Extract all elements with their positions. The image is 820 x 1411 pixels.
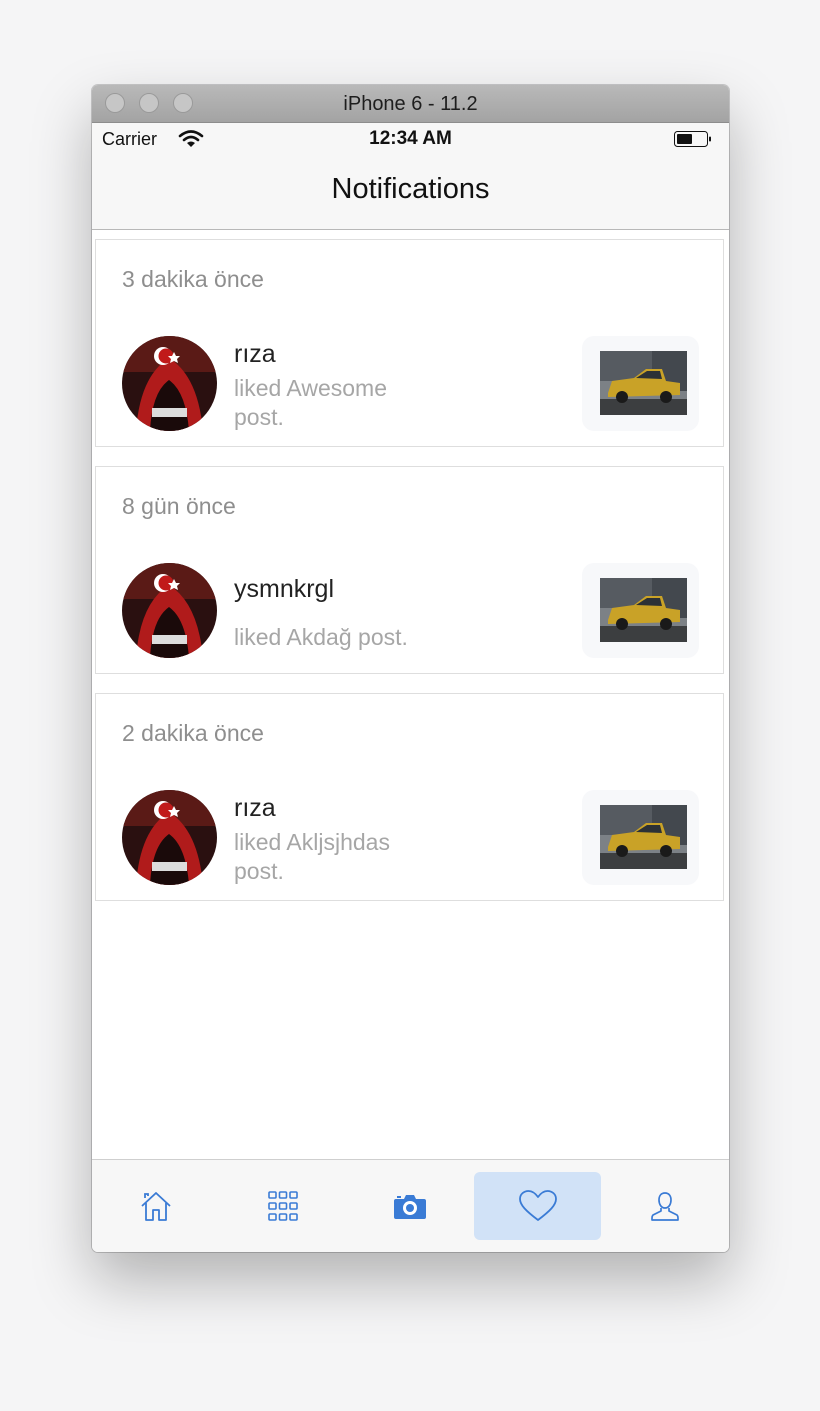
tab-notifications[interactable]	[474, 1172, 601, 1240]
simulator-window: iPhone 6 - 11.2 Carrier 12:34 AM Notific…	[92, 85, 729, 1252]
grid-icon	[267, 1191, 298, 1221]
notification-username[interactable]: ysmnkrgl	[234, 575, 334, 604]
notification-time: 8 gün önce	[122, 493, 236, 519]
notification-card[interactable]: 3 dakika önce rıza liked Awesome post.	[95, 239, 724, 447]
notification-time: 2 dakika önce	[122, 720, 264, 746]
post-thumbnail[interactable]	[582, 336, 699, 431]
notification-message: liked Awesome post.	[234, 375, 387, 430]
tab-grid[interactable]	[219, 1172, 346, 1240]
tab-profile[interactable]	[601, 1172, 728, 1240]
truck-image	[600, 805, 687, 869]
status-time: 12:34 AM	[369, 128, 452, 149]
home-icon	[140, 1192, 171, 1221]
status-bar: Carrier 12:34 AM	[92, 123, 729, 155]
tab-bar	[92, 1159, 729, 1252]
battery-icon	[674, 131, 711, 147]
heart-icon	[518, 1190, 557, 1221]
truck-image	[600, 578, 687, 642]
notifications-list: 3 dakika önce rıza liked Awesome post. 8…	[92, 230, 729, 1159]
window-titlebar: iPhone 6 - 11.2	[92, 85, 729, 123]
profile-icon	[650, 1192, 679, 1221]
post-thumbnail[interactable]	[582, 790, 699, 885]
post-thumbnail[interactable]	[582, 563, 699, 658]
avatar[interactable]	[122, 563, 217, 658]
navigation-bar: Notifications	[92, 155, 729, 230]
notification-card[interactable]: 8 gün önce ysmnkrgl liked Akdağ post.	[95, 466, 724, 674]
avatar[interactable]	[122, 336, 217, 431]
truck-image	[600, 351, 687, 415]
window-title: iPhone 6 - 11.2	[343, 93, 478, 115]
tab-home[interactable]	[92, 1172, 219, 1240]
notification-time: 3 dakika önce	[122, 266, 264, 292]
notification-card[interactable]: 2 dakika önce rıza liked Akljsjhdas post…	[95, 693, 724, 901]
notification-message: liked Akdağ post.	[234, 624, 408, 650]
notification-message: liked Akljsjhdas post.	[234, 829, 390, 884]
notification-username[interactable]: rıza	[234, 794, 276, 823]
notification-username[interactable]: rıza	[234, 340, 276, 369]
avatar[interactable]	[122, 790, 217, 885]
tab-camera[interactable]	[346, 1172, 473, 1240]
page-title: Notifications	[331, 173, 490, 205]
camera-icon	[393, 1195, 426, 1219]
